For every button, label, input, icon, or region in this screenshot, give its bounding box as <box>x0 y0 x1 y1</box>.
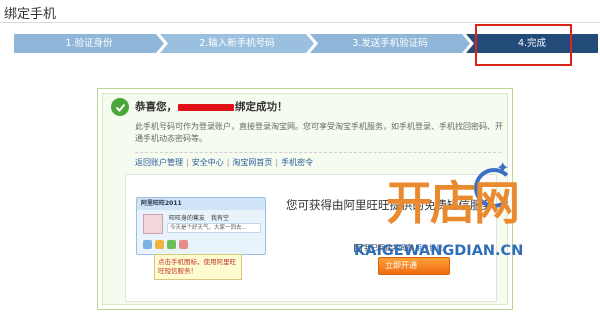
preview-toolbar <box>143 240 188 249</box>
phone-tooltip: 点击手机图标，使用阿里旺旺短信服务！ <box>154 254 242 280</box>
link-separator: | <box>275 158 279 167</box>
preview-signature: 今天是个好天气，大家一同去... <box>167 223 261 233</box>
watermark-star-icon: ✦ <box>496 158 510 177</box>
checkmark-icon <box>111 98 129 116</box>
dashed-divider <box>135 152 501 153</box>
link-phone-token[interactable]: 手机密令 <box>281 158 313 167</box>
message-icon <box>155 240 164 249</box>
contact-name: 旺旺身的蕉友 <box>169 215 206 222</box>
settings-icon <box>179 240 188 249</box>
contact-status: 我有空 <box>210 215 229 222</box>
link-security-center[interactable]: 安全中心 <box>192 158 224 167</box>
quick-links: 返回账户管理 | 安全中心 | 淘宝网首页 | 手机密令 <box>135 157 313 168</box>
congrats-prefix: 恭喜您， <box>135 101 177 113</box>
avatar <box>143 214 163 234</box>
preview-contact: 旺旺身的蕉友 我有空 <box>169 213 229 222</box>
title-divider <box>0 22 600 23</box>
redacted-username <box>178 103 234 111</box>
page-title: 绑定手机 <box>4 7 57 22</box>
watermark-site: KAIGEWANGDIAN.CN <box>354 243 524 259</box>
link-account-management[interactable]: 返回账户管理 <box>135 158 183 167</box>
success-message: 恭喜您， 绑定成功！ <box>135 99 288 114</box>
aliwangwang-preview: 阿里旺旺2011 旺旺身的蕉友 我有空 今天是个好天气，大家一同去... <box>136 197 266 255</box>
link-separator: | <box>226 158 230 167</box>
link-taobao-home[interactable]: 淘宝网首页 <box>232 158 272 167</box>
congrats-suffix: 绑定成功！ <box>235 101 288 113</box>
step-label: 3.发送手机验证码 <box>352 38 428 49</box>
step-label: 2.输入新手机号码 <box>199 38 275 49</box>
preview-title: 阿里旺旺2011 <box>137 198 265 210</box>
contacts-icon <box>167 240 176 249</box>
step-send-code: 3.发送手机验证码 <box>310 34 470 53</box>
watermark-logo: 开店网 <box>386 176 520 230</box>
step-verify-identity: 1.验证身份 <box>14 34 164 53</box>
highlight-box <box>475 24 572 66</box>
open-sms-button[interactable]: 立即开通 <box>378 257 450 275</box>
phone-icon <box>143 240 152 249</box>
link-separator: | <box>186 158 189 167</box>
step-enter-new-number: 2.输入新手机号码 <box>160 34 314 53</box>
success-description: 此手机号码可作为登录账户，直接登录淘宝网。您可享受淘宝手机服务，如手机登录、手机… <box>135 122 503 143</box>
step-label: 1.验证身份 <box>65 38 113 49</box>
